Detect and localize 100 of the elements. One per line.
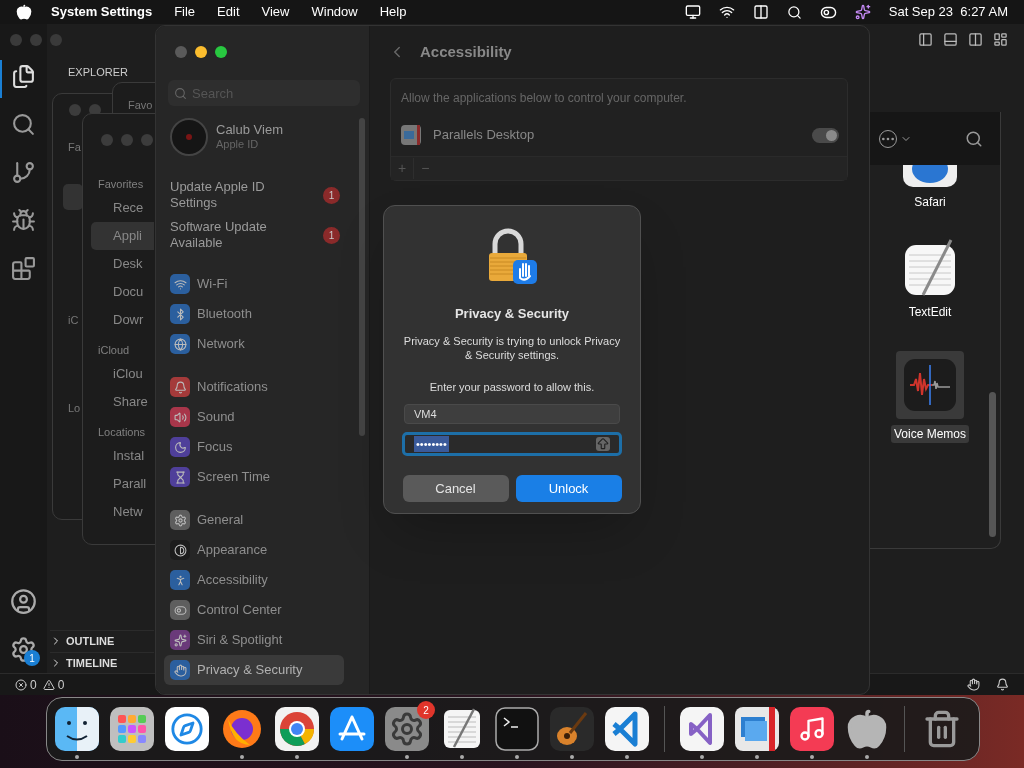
notice-badge: 1 xyxy=(323,226,340,244)
hand-icon[interactable] xyxy=(967,678,980,691)
unlock-button[interactable]: Unlock xyxy=(515,475,622,502)
app-label[interactable]: Safari xyxy=(911,193,949,211)
dock-badge: 2 xyxy=(417,701,435,719)
sidebar-item[interactable]: Notifications xyxy=(164,372,344,402)
menu-item[interactable]: Help xyxy=(379,2,407,22)
warning-count[interactable]: 0 xyxy=(57,675,65,694)
sidebar-heading: iC xyxy=(68,313,79,328)
panel-title: TIMELINE xyxy=(66,655,118,671)
waveform-icon xyxy=(904,359,956,411)
extensions-icon[interactable] xyxy=(11,256,36,281)
panel-right-icon[interactable] xyxy=(968,32,983,47)
notice-badge: 1 xyxy=(323,186,340,204)
branch-icon[interactable] xyxy=(11,160,36,185)
sidebar-item[interactable]: Focus xyxy=(164,432,344,462)
sidebar-item[interactable]: Appli xyxy=(91,222,154,250)
settings-icon[interactable] xyxy=(10,636,37,663)
code-editor-icon[interactable] xyxy=(605,707,649,751)
sidebar-item[interactable]: Accessibility xyxy=(164,565,344,595)
siri-icon[interactable] xyxy=(854,4,871,20)
panel-bottom-icon[interactable] xyxy=(943,32,958,47)
app-label[interactable]: TextEdit xyxy=(905,303,955,321)
sidebar-item[interactable]: Parall xyxy=(91,470,154,498)
infinity-icon[interactable] xyxy=(680,707,724,751)
sidebar-item[interactable]: Siri & Spotlight xyxy=(164,625,344,655)
menu-item[interactable]: Edit xyxy=(217,2,240,22)
chrome-icon[interactable] xyxy=(275,707,319,751)
sidebar-item[interactable]: Sound xyxy=(164,402,344,432)
username-field[interactable]: VM4 xyxy=(404,404,620,424)
sidebar-item[interactable]: Network xyxy=(164,329,344,359)
bell-icon[interactable] xyxy=(996,678,1009,691)
sidebar-item[interactable]: Rece xyxy=(91,194,154,222)
dialog-title: Privacy & Security xyxy=(454,305,570,323)
wifi-icon[interactable] xyxy=(718,4,735,20)
layout-icon[interactable] xyxy=(993,32,1008,47)
windows-icon[interactable] xyxy=(752,4,769,20)
cancel-button[interactable]: Cancel xyxy=(402,475,509,502)
password-field[interactable]: •••••••• xyxy=(402,432,622,456)
notice-item[interactable]: Software Update Available xyxy=(170,219,300,251)
sidebar-item[interactable]: General xyxy=(164,505,344,535)
app-store-icon[interactable] xyxy=(330,707,374,751)
sidebar-item[interactable]: Control Center xyxy=(164,595,344,625)
zoom-button[interactable] xyxy=(215,46,227,58)
sidebar-heading: Fa xyxy=(68,140,81,155)
search-icon[interactable] xyxy=(11,112,36,137)
sidebar-item[interactable]: Dowr xyxy=(91,306,154,334)
app-menu[interactable]: System Settings xyxy=(51,2,153,22)
menu-item[interactable]: Window xyxy=(311,2,358,22)
finder-icon[interactable] xyxy=(55,707,99,751)
notification-badge: 1 xyxy=(24,650,40,666)
terminal-icon[interactable] xyxy=(495,707,539,751)
sidebar-item[interactable]: Appearance xyxy=(164,535,344,565)
dialog-prompt: Enter your password to allow this. xyxy=(429,379,595,395)
account-icon[interactable] xyxy=(10,588,37,615)
error-icon[interactable] xyxy=(15,678,27,691)
guitar-icon[interactable] xyxy=(550,707,594,751)
apple-menu-icon[interactable] xyxy=(16,4,32,20)
sidebar-item[interactable]: Netw xyxy=(91,498,154,526)
apple-icon[interactable] xyxy=(845,707,889,751)
files-icon[interactable] xyxy=(11,64,36,89)
sidebar-item[interactable]: Privacy & Security xyxy=(164,655,344,685)
warning-icon[interactable] xyxy=(42,678,55,691)
sidebar-heading: Favorites xyxy=(98,177,144,192)
search-icon xyxy=(174,87,187,100)
notice-item[interactable]: Update Apple ID Settings xyxy=(170,179,300,211)
panel-title: OUTLINE xyxy=(66,633,115,649)
bug-icon[interactable] xyxy=(11,208,36,233)
window-stack-icon[interactable] xyxy=(735,707,779,751)
sidebar-heading: Lo xyxy=(68,401,81,416)
sidebar-item[interactable]: Docu xyxy=(91,278,154,306)
sidebar-item[interactable]: Share xyxy=(91,388,154,416)
sidebar-item[interactable]: Bluetooth xyxy=(164,299,344,329)
sidebar-item[interactable]: Screen Time xyxy=(164,462,344,492)
scrollbar[interactable] xyxy=(359,118,365,436)
scrollbar[interactable] xyxy=(989,392,996,537)
menu-item[interactable]: View xyxy=(261,2,290,22)
sidebar-item[interactable]: Instal xyxy=(91,442,154,470)
sidebar-item[interactable]: Desk xyxy=(91,250,154,278)
account-name[interactable]: Calub Viem xyxy=(216,122,283,139)
search-icon[interactable] xyxy=(786,4,802,20)
gear-icon[interactable] xyxy=(385,707,429,751)
sidebar-item[interactable]: Wi-Fi xyxy=(164,269,344,299)
app-name: Parallels Desktop xyxy=(433,126,535,145)
clock[interactable]: Sat Sep 23 6:27 AM xyxy=(888,2,1008,22)
sidebar-heading: Locations xyxy=(98,425,146,440)
account-subtitle: Apple ID xyxy=(216,138,260,152)
panel-left-icon[interactable] xyxy=(918,32,933,47)
music-note-icon[interactable] xyxy=(790,707,834,751)
search-icon[interactable] xyxy=(965,129,983,148)
panel-header[interactable]: OUTLINE xyxy=(50,630,154,651)
page-title: Accessibility xyxy=(420,42,512,62)
app-label[interactable]: Voice Memos xyxy=(891,425,969,443)
app-grid-icon[interactable] xyxy=(110,707,154,751)
toggle-switch[interactable] xyxy=(812,127,839,143)
menu-item[interactable]: File xyxy=(174,2,196,22)
error-count[interactable]: 0 xyxy=(30,675,37,694)
display-icon[interactable] xyxy=(684,4,701,20)
minimize-button[interactable] xyxy=(195,46,207,58)
sidebar-item[interactable]: iClou xyxy=(91,360,154,388)
